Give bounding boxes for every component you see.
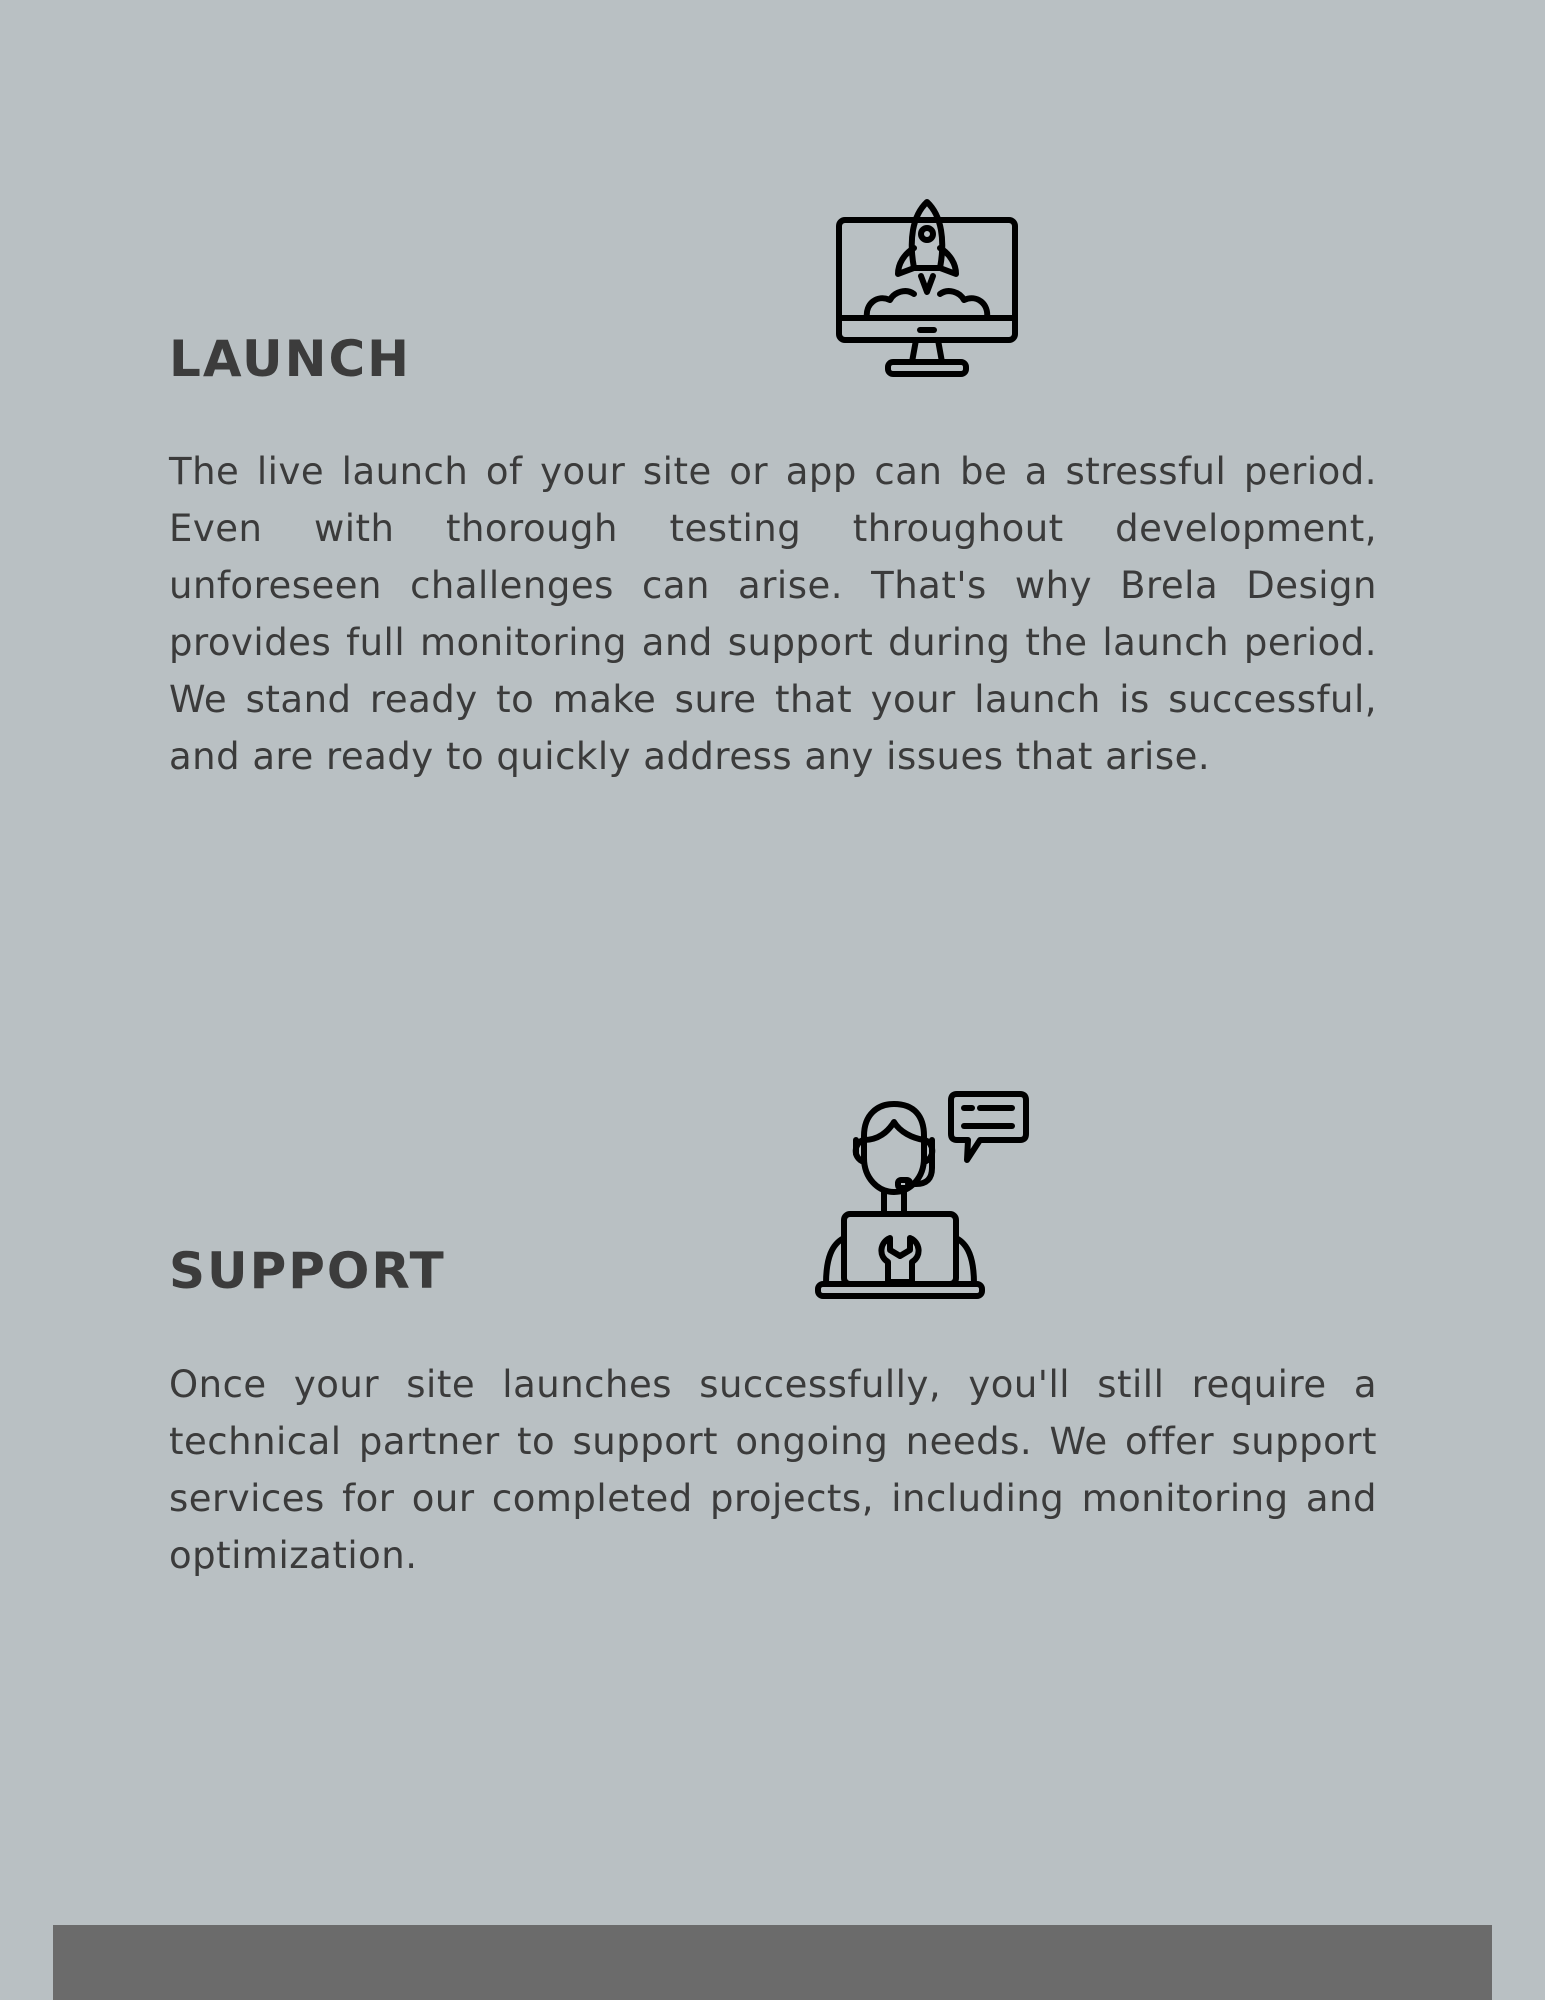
- support-description: Once your site launches successfully, yo…: [169, 1363, 1377, 1577]
- rocket-monitor-icon: [836, 199, 1018, 377]
- launch-description: The live launch of your site or app can …: [169, 450, 1377, 778]
- support-heading: SUPPORT: [169, 1242, 446, 1300]
- launch-heading: LAUNCH: [169, 330, 412, 388]
- support-agent-icon: [815, 1091, 1029, 1299]
- footer-bar: [53, 1925, 1492, 2000]
